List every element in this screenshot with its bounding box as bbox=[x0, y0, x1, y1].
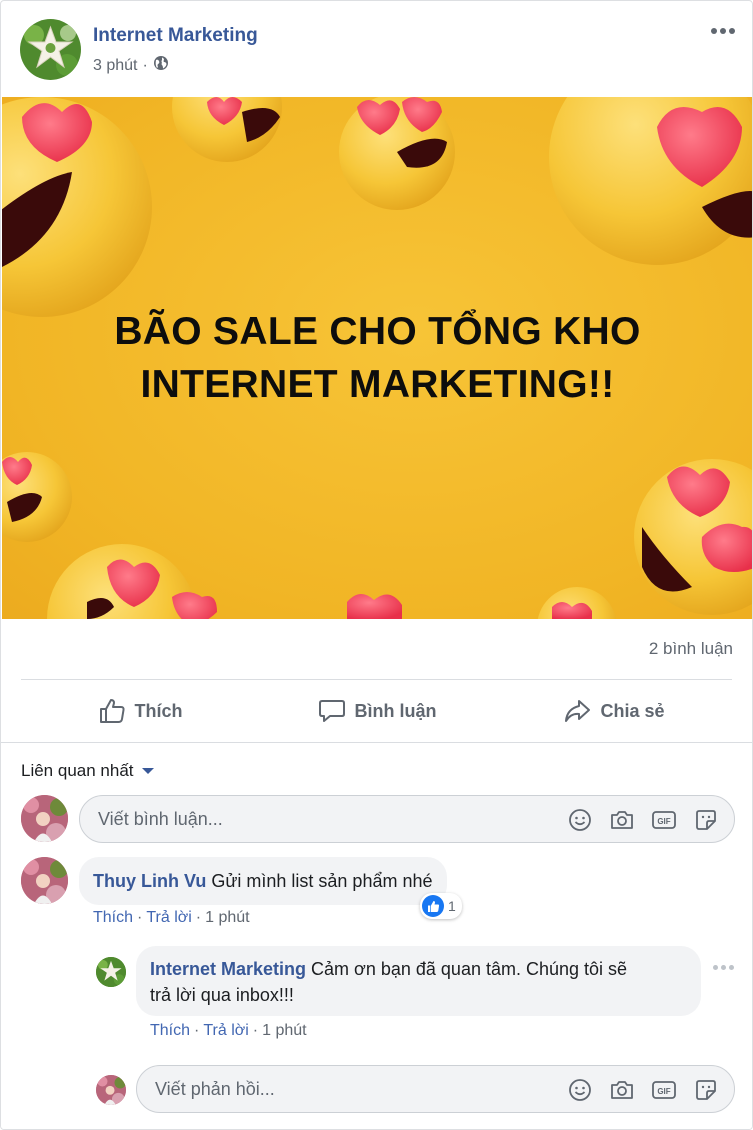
comment-input-placeholder: Viết bình luận... bbox=[98, 809, 223, 829]
sort-label: Liên quan nhất bbox=[21, 761, 134, 780]
post-card: Internet Marketing 3 phút · BÃO SALE CHO… bbox=[0, 0, 753, 1130]
svg-text:GIF: GIF bbox=[657, 817, 670, 826]
gif-icon[interactable]: GIF bbox=[650, 806, 678, 834]
reply-input[interactable]: Viết phản hồi... GIF bbox=[136, 1065, 735, 1113]
reply-author[interactable]: Internet Marketing bbox=[150, 959, 306, 979]
comment-meta: Thích · Trả lời · 1 phút bbox=[93, 909, 250, 927]
emoji-icon[interactable] bbox=[566, 1076, 594, 1104]
like-button[interactable]: Thích bbox=[21, 685, 258, 737]
post-time[interactable]: 3 phút bbox=[93, 57, 137, 75]
reply-like-link[interactable]: Thích bbox=[150, 1022, 190, 1040]
post-header: Internet Marketing 3 phút · bbox=[1, 1, 752, 97]
sticker-icon[interactable] bbox=[692, 806, 720, 834]
comment-count[interactable]: 2 bình luận bbox=[649, 639, 733, 659]
post-actions: Thích Bình luận Chia sẻ bbox=[21, 685, 732, 737]
reply-time[interactable]: 1 phút bbox=[262, 1022, 306, 1040]
user-avatar-small[interactable] bbox=[96, 1075, 126, 1105]
image-headline: BÃO SALE CHO TỔNG KHO INTERNET MARKETING… bbox=[2, 305, 752, 411]
comment-sort-dropdown[interactable]: Liên quan nhất bbox=[21, 761, 154, 781]
dot-icon bbox=[721, 965, 726, 970]
reply-bubble: Internet Marketing Cảm ơn bạn đã quan tâ… bbox=[136, 946, 701, 1016]
comment-author[interactable]: Thuy Linh Vu bbox=[93, 871, 206, 891]
commenter-avatar[interactable] bbox=[21, 857, 68, 904]
image-headline-line2: INTERNET MARKETING!! bbox=[140, 363, 615, 406]
image-headline-line1: BÃO SALE CHO TỔNG KHO bbox=[114, 310, 641, 353]
share-arrow-icon bbox=[565, 700, 591, 722]
caret-down-icon bbox=[141, 768, 154, 774]
meta-separator: · bbox=[252, 1022, 259, 1039]
post-meta: 3 phút · bbox=[93, 55, 169, 76]
comment-bubble: Thuy Linh Vu Gửi mình list sản phẩm nhé bbox=[79, 857, 447, 905]
meta-separator: · bbox=[194, 1022, 200, 1039]
dot-icon bbox=[711, 28, 717, 34]
camera-icon[interactable] bbox=[608, 1076, 636, 1104]
camera-icon[interactable] bbox=[608, 806, 636, 834]
gif-icon[interactable]: GIF bbox=[650, 1076, 678, 1104]
thumbs-up-icon bbox=[99, 699, 125, 723]
comment-reply-link[interactable]: Trả lời bbox=[146, 909, 191, 927]
svg-text:GIF: GIF bbox=[657, 1087, 670, 1096]
share-button[interactable]: Chia sẻ bbox=[495, 685, 732, 737]
comment-input[interactable]: Viết bình luận... GIF bbox=[79, 795, 735, 843]
like-label: Thích bbox=[134, 700, 183, 721]
user-avatar[interactable] bbox=[21, 795, 68, 842]
input-tools: GIF bbox=[566, 1076, 720, 1104]
page-avatar[interactable] bbox=[20, 19, 81, 80]
input-tools: GIF bbox=[566, 806, 720, 834]
globe-icon bbox=[153, 55, 169, 76]
meta-separator: · bbox=[195, 909, 202, 926]
post-author-name[interactable]: Internet Marketing bbox=[93, 25, 258, 47]
divider bbox=[21, 679, 732, 680]
reply-input-placeholder: Viết phản hồi... bbox=[155, 1079, 275, 1099]
sticker-icon[interactable] bbox=[692, 1076, 720, 1104]
post-options-button[interactable] bbox=[708, 21, 738, 41]
comment-time[interactable]: 1 phút bbox=[205, 909, 249, 927]
comment-bubble-icon bbox=[318, 700, 345, 722]
comment-label: Bình luận bbox=[354, 700, 437, 721]
comment-button[interactable]: Bình luận bbox=[258, 685, 495, 737]
reply-text-line1: Cảm ơn bạn đã quan tâm. Chúng tôi sẽ bbox=[311, 959, 628, 979]
share-label: Chia sẻ bbox=[600, 700, 665, 721]
reply-options-button[interactable] bbox=[713, 965, 734, 970]
like-reaction-icon bbox=[422, 895, 444, 917]
reaction-count: 1 bbox=[448, 898, 456, 914]
meta-separator: · bbox=[142, 56, 148, 74]
meta-separator: · bbox=[137, 909, 143, 926]
dot-icon bbox=[729, 965, 734, 970]
comment-text: Gửi mình list sản phẩm nhé bbox=[211, 871, 433, 891]
dot-icon bbox=[720, 28, 726, 34]
reply-reply-link[interactable]: Trả lời bbox=[203, 1022, 248, 1040]
emoji-icon[interactable] bbox=[566, 806, 594, 834]
comments-section: Liên quan nhất Viết bình luận... GIF Thu… bbox=[1, 742, 752, 1129]
post-image[interactable]: BÃO SALE CHO TỔNG KHO INTERNET MARKETING… bbox=[2, 97, 752, 619]
comment-like-link[interactable]: Thích bbox=[93, 909, 133, 927]
reaction-summary[interactable]: 1 bbox=[420, 893, 462, 919]
reply-text-line2: trả lời qua inbox!!! bbox=[150, 985, 294, 1005]
page-reply-avatar[interactable] bbox=[96, 957, 126, 987]
reply-meta: Thích · Trả lời · 1 phút bbox=[150, 1022, 307, 1040]
dot-icon bbox=[713, 965, 718, 970]
dot-icon bbox=[729, 28, 735, 34]
